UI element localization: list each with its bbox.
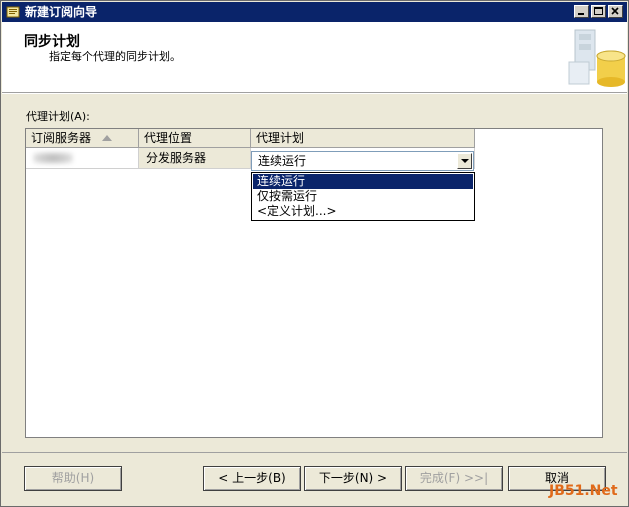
dropdown-option-on-demand[interactable]: 仅按需运行 [253, 189, 473, 204]
back-button[interactable]: < 上一步(B) [203, 466, 301, 491]
column-header-subscriber-label: 订阅服务器 [31, 131, 92, 145]
header-separator [2, 93, 627, 94]
column-header-schedule-label: 代理计划 [256, 131, 305, 145]
column-header-subscriber[interactable]: 订阅服务器 [26, 129, 139, 148]
schedule-combobox[interactable]: 连续运行 [251, 151, 474, 171]
sort-ascending-icon [102, 135, 112, 141]
wizard-header: 同步计划 指定每个代理的同步计划。 [2, 22, 627, 93]
maximize-icon [594, 7, 603, 15]
chevron-down-icon [461, 159, 469, 163]
agent-schedule-label: 代理计划(A): [26, 110, 90, 123]
app-icon [6, 6, 20, 18]
dropdown-button[interactable] [457, 153, 472, 169]
column-header-location-label: 代理位置 [144, 131, 193, 145]
redacted-subscriber-name [33, 152, 73, 164]
dropdown-option-continuous[interactable]: 连续运行 [253, 174, 473, 189]
column-header-schedule[interactable]: 代理计划 [251, 129, 475, 148]
close-button[interactable] [608, 5, 623, 18]
title-bar[interactable]: 新建订阅向导 [2, 2, 627, 22]
page-subtitle: 指定每个代理的同步计划。 [49, 50, 181, 63]
minimize-icon [578, 13, 584, 15]
column-header-location[interactable]: 代理位置 [139, 129, 251, 148]
location-cell: 分发服务器 [139, 148, 251, 169]
dropdown-option-define-schedule[interactable]: <定义计划...> [253, 204, 473, 219]
minimize-button[interactable] [574, 5, 589, 18]
window-title: 新建订阅向导 [25, 5, 98, 19]
next-button[interactable]: 下一步(N) > [304, 466, 402, 491]
help-button[interactable]: 帮助(H) [24, 466, 122, 491]
wizard-window: 新建订阅向导 同步计划 指定每个代理的同步计划。 代理计划(A): 订阅服务器 [0, 0, 629, 507]
finish-button[interactable]: 完成(F) >>| [405, 466, 503, 491]
close-icon [611, 7, 619, 15]
agent-schedule-grid[interactable]: 订阅服务器 代理位置 代理计划 分发服务器 连续运行 连续运行 仅按需运行 <定… [25, 128, 603, 438]
schedule-dropdown-list[interactable]: 连续运行 仅按需运行 <定义计划...> [251, 172, 475, 221]
database-sync-icon [568, 29, 626, 87]
watermark: JB51.Net [549, 483, 618, 499]
schedule-combobox-value: 连续运行 [258, 154, 307, 168]
subscriber-cell [26, 148, 139, 169]
footer-separator [2, 452, 627, 453]
maximize-button[interactable] [591, 5, 606, 18]
